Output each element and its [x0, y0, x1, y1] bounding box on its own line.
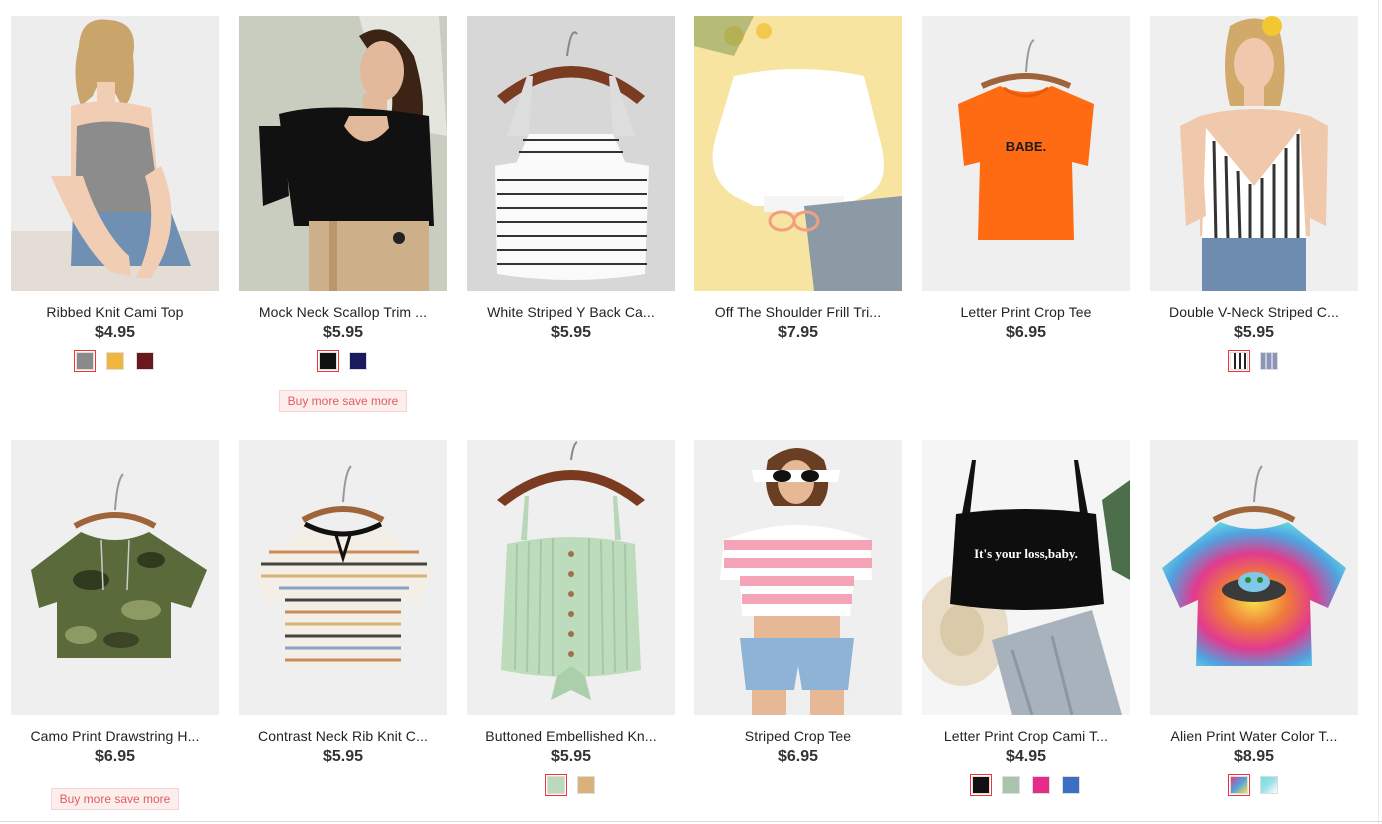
- color-swatch[interactable]: [1062, 776, 1080, 794]
- product-card[interactable]: Mock Neck Scallop Trim ... $5.95 Buy mor…: [239, 16, 447, 412]
- product-name[interactable]: Alien Print Water Color T...: [1150, 728, 1358, 744]
- color-swatches: [11, 350, 219, 372]
- camo-hooded-tee-photo-icon: [11, 440, 219, 715]
- product-grid: Ribbed Knit Cami Top $4.95 Mock Neck Sca…: [0, 0, 1382, 824]
- product-image[interactable]: It's your loss,baby.: [922, 440, 1130, 715]
- color-swatches: [1150, 774, 1358, 796]
- color-swatch[interactable]: [545, 774, 567, 796]
- color-swatch[interactable]: [1228, 774, 1250, 796]
- striped-cami-hanger-photo-icon: [467, 16, 675, 291]
- woman-pink-striped-tee-photo-icon: [694, 440, 902, 715]
- buy-more-save-more-badge[interactable]: Buy more save more: [278, 390, 408, 412]
- woman-grey-cami-photo-icon: [11, 16, 219, 291]
- product-name[interactable]: Letter Print Crop Cami T...: [922, 728, 1130, 744]
- product-card[interactable]: Striped Crop Tee $6.95: [694, 440, 902, 766]
- product-image[interactable]: [239, 440, 447, 715]
- product-card[interactable]: BABE. Letter Print Crop Tee $6.95: [922, 16, 1130, 342]
- product-image[interactable]: [239, 16, 447, 291]
- product-name[interactable]: Striped Crop Tee: [694, 728, 902, 744]
- product-card[interactable]: Buttoned Embellished Kn... $5.95: [467, 440, 675, 796]
- product-image[interactable]: [467, 440, 675, 715]
- orange-babe-tee-photo-icon: BABE.: [922, 16, 1130, 291]
- product-image[interactable]: [1150, 440, 1358, 715]
- color-swatches: [239, 350, 447, 372]
- product-price: $5.95: [322, 324, 364, 341]
- product-image[interactable]: [1150, 16, 1358, 291]
- product-price: $8.95: [1233, 748, 1275, 765]
- woman-striped-cami-photo-icon: [1150, 16, 1358, 291]
- color-swatch[interactable]: [1032, 776, 1050, 794]
- product-price: $5.95: [322, 748, 364, 765]
- product-name[interactable]: Camo Print Drawstring H...: [11, 728, 219, 744]
- product-price: $5.95: [550, 324, 592, 341]
- product-name[interactable]: Ribbed Knit Cami Top: [11, 304, 219, 320]
- product-price: $7.95: [777, 324, 819, 341]
- color-swatch[interactable]: [1260, 776, 1278, 794]
- product-image[interactable]: [11, 440, 219, 715]
- product-name[interactable]: Letter Print Crop Tee: [922, 304, 1130, 320]
- color-swatch[interactable]: [970, 774, 992, 796]
- color-swatches: [467, 774, 675, 796]
- product-image[interactable]: [467, 16, 675, 291]
- product-card[interactable]: Camo Print Drawstring H... $6.95 Buy mor…: [11, 440, 219, 810]
- color-swatch[interactable]: [349, 352, 367, 370]
- product-name[interactable]: Buttoned Embellished Kn...: [467, 728, 675, 744]
- white-off-shoulder-top-flatlay-photo-icon: [694, 16, 902, 291]
- product-name[interactable]: Mock Neck Scallop Trim ...: [239, 304, 447, 320]
- mint-knit-cami-photo-icon: [467, 440, 675, 715]
- color-swatch[interactable]: [1228, 350, 1250, 372]
- product-card[interactable]: It's your loss,baby. Letter Print Crop C…: [922, 440, 1130, 796]
- product-card[interactable]: White Striped Y Back Ca... $5.95: [467, 16, 675, 342]
- color-swatch[interactable]: [317, 350, 339, 372]
- product-price: $6.95: [777, 748, 819, 765]
- product-price: $6.95: [1005, 324, 1047, 341]
- color-swatch[interactable]: [106, 352, 124, 370]
- color-swatch[interactable]: [1260, 352, 1278, 370]
- product-price: $4.95: [1005, 748, 1047, 765]
- black-cami-flatlay-photo-icon: It's your loss,baby.: [922, 440, 1130, 715]
- product-price: $4.95: [94, 324, 136, 341]
- tee-print-text: BABE.: [1006, 139, 1046, 154]
- color-swatch[interactable]: [136, 352, 154, 370]
- woman-black-scallop-top-photo-icon: [239, 16, 447, 291]
- buy-more-save-more-badge[interactable]: Buy more save more: [50, 788, 180, 810]
- product-card[interactable]: Alien Print Water Color T... $8.95: [1150, 440, 1358, 796]
- product-card[interactable]: Contrast Neck Rib Knit C... $5.95: [239, 440, 447, 766]
- product-card[interactable]: Ribbed Knit Cami Top $4.95: [11, 16, 219, 372]
- color-swatch[interactable]: [1002, 776, 1020, 794]
- product-price: $5.95: [550, 748, 592, 765]
- product-price: $6.95: [94, 748, 136, 765]
- product-name[interactable]: White Striped Y Back Ca...: [467, 304, 675, 320]
- product-name[interactable]: Contrast Neck Rib Knit C...: [239, 728, 447, 744]
- striped-rib-knit-tee-photo-icon: [239, 440, 447, 715]
- divider: [1378, 0, 1379, 824]
- product-image[interactable]: BABE.: [922, 16, 1130, 291]
- product-image[interactable]: [694, 16, 902, 291]
- product-price: $5.95: [1233, 324, 1275, 341]
- product-name[interactable]: Double V-Neck Striped C...: [1150, 304, 1358, 320]
- product-name[interactable]: Off The Shoulder Frill Tri...: [694, 304, 902, 320]
- divider: [0, 821, 1382, 822]
- product-card[interactable]: Off The Shoulder Frill Tri... $7.95: [694, 16, 902, 342]
- product-image[interactable]: [694, 440, 902, 715]
- product-card[interactable]: Double V-Neck Striped C... $5.95: [1150, 16, 1358, 372]
- cami-print-text: It's your loss,baby.: [974, 546, 1078, 561]
- color-swatch[interactable]: [577, 776, 595, 794]
- tie-dye-alien-tee-photo-icon: [1150, 440, 1358, 715]
- color-swatches: [1150, 350, 1358, 372]
- product-image[interactable]: [11, 16, 219, 291]
- color-swatch[interactable]: [74, 350, 96, 372]
- color-swatches: [922, 774, 1130, 796]
